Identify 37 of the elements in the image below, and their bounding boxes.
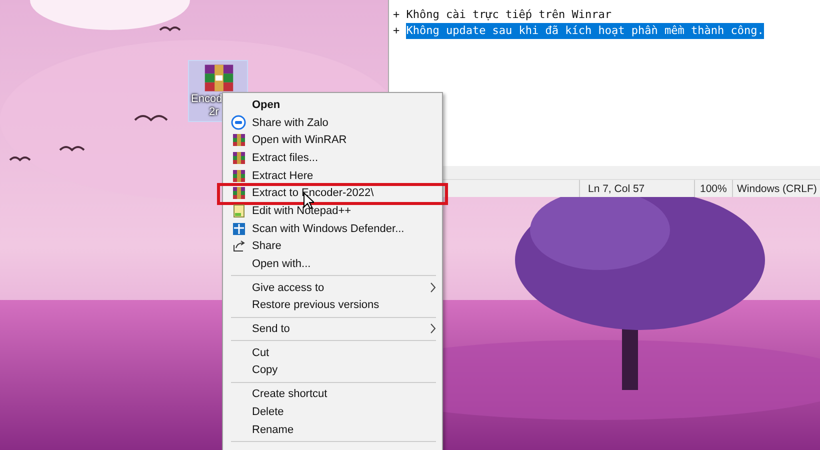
file-name: 2r [209, 106, 219, 119]
menu-item[interactable]: Scan with Windows Defender... [252, 222, 404, 235]
archive-icon [232, 150, 246, 165]
chevron-icon [430, 323, 436, 334]
menu-item[interactable]: Delete [252, 406, 284, 418]
notepad-icon [232, 204, 246, 218]
text-area[interactable]: + Không cài trực tiếp trên Winrar + Không update sau khi đã kích hoạt phần mềm thành công. [389, 0, 820, 166]
shield-icon [232, 222, 246, 236]
chevron-icon [430, 282, 436, 293]
text-line: Không cài trực tiếp trên Winrar [406, 7, 612, 23]
menu-item[interactable]: Extract Here [252, 170, 314, 182]
menu-item[interactable]: Extract files... [252, 152, 318, 164]
menu-item[interactable]: Open with WinRAR [252, 134, 347, 146]
menu-item[interactable]: Share [252, 240, 282, 252]
menu-item[interactable]: Open [252, 98, 280, 111]
menu-item[interactable]: Send to [252, 323, 290, 336]
menu-item[interactable]: Share with Zalo [252, 116, 328, 129]
menu-item[interactable]: Edit with Notepad++ [252, 204, 352, 217]
zoom-level: 100% [700, 182, 727, 194]
menu-item[interactable]: Open with... [252, 258, 311, 270]
archive-icon [232, 133, 246, 148]
menu-item[interactable]: Rename [252, 424, 294, 436]
menu-item[interactable]: Restore previous versions [252, 299, 380, 312]
menu-item[interactable]: Give access to [252, 282, 324, 294]
menu-item[interactable]: Cut [252, 346, 270, 359]
plus-sign: + [393, 7, 400, 23]
selected-text: Không update sau khi đã kích hoạt phần mềm thành công. [406, 23, 764, 39]
menu-item[interactable]: Create shortcut [252, 388, 328, 400]
archive-icon [232, 186, 246, 200]
line-ending: Windows (CRLF) [737, 182, 817, 194]
menu-item[interactable]: Copy [252, 364, 278, 376]
file-name: Encod [191, 93, 222, 106]
cursor-position: Ln 7, Col 57 [588, 182, 645, 194]
plus-sign: + [393, 23, 400, 39]
archive-icon [232, 168, 246, 183]
share-icon [232, 239, 246, 254]
menu-item[interactable]: Extract to Encoder-2022\ [252, 187, 374, 200]
